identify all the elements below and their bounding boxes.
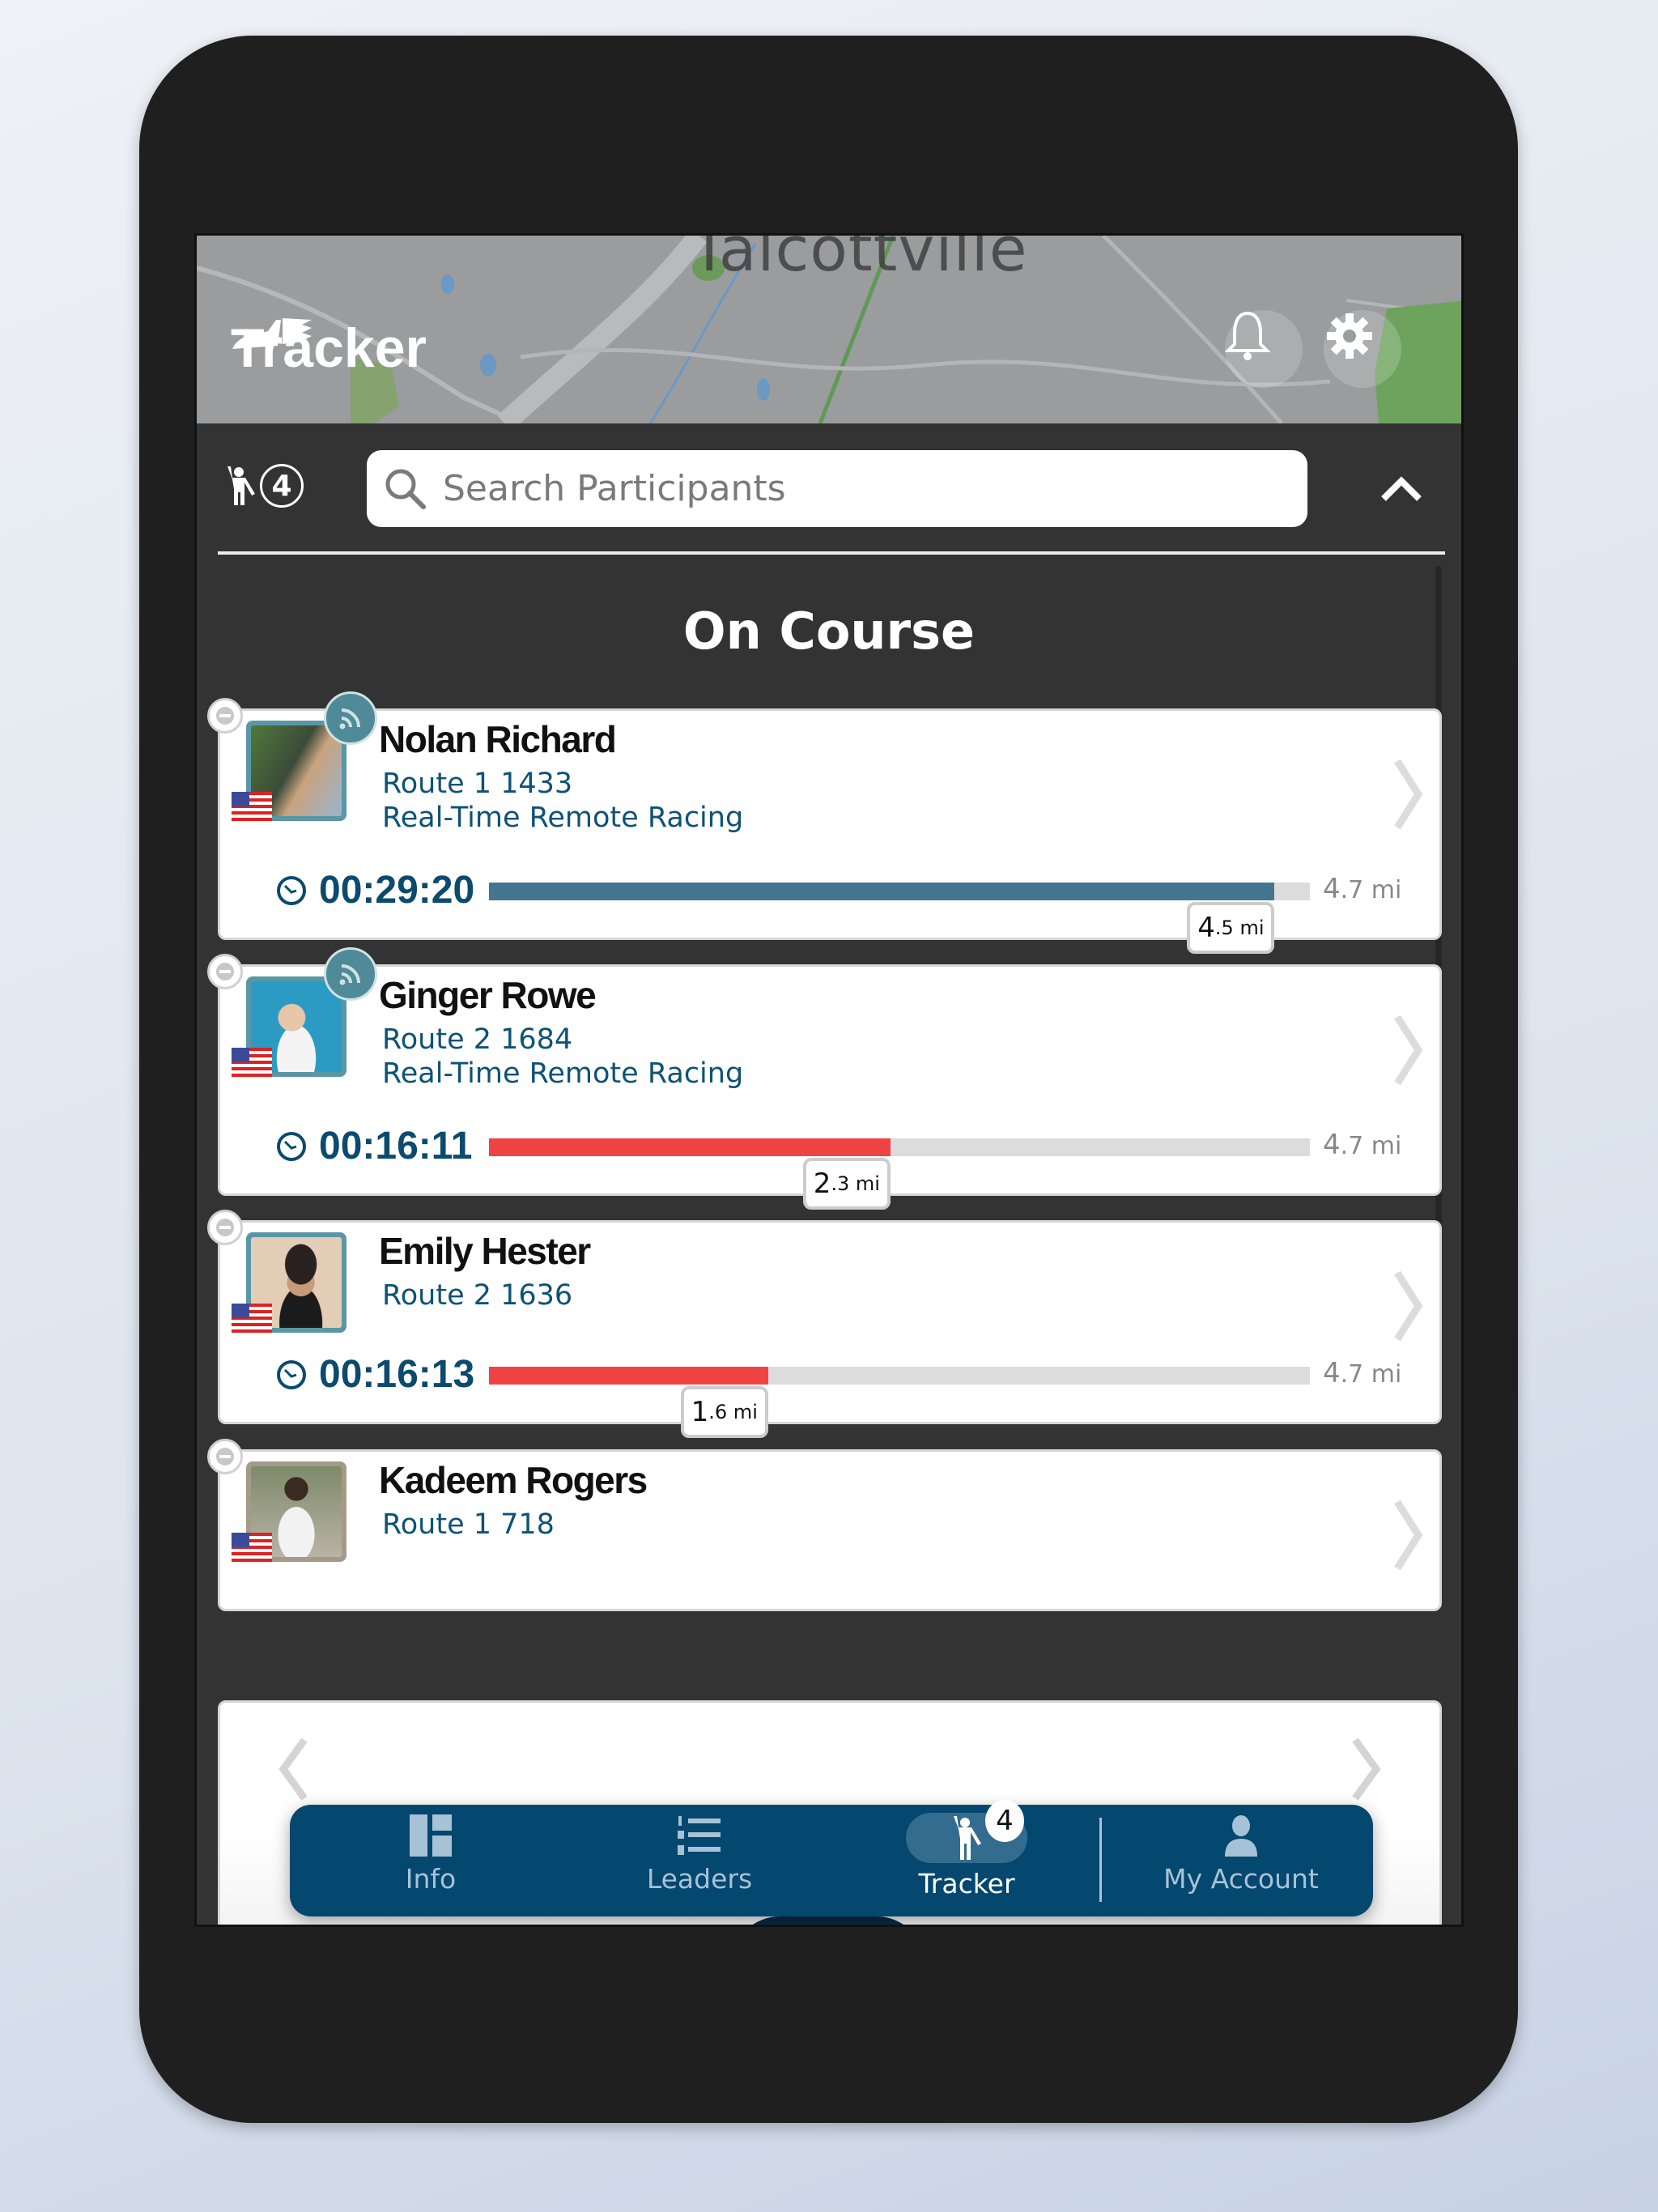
remove-participant-button[interactable] [207, 1439, 243, 1474]
participant-card[interactable]: Ginger Rowe Route 2 1684 Real-Time Remot… [207, 947, 1442, 1210]
app-brand: Tracker [231, 317, 427, 380]
elapsed-time: 00:16:13 [275, 1352, 474, 1397]
waving-person-icon [954, 1816, 981, 1860]
waving-person-icon [227, 466, 255, 505]
search-field[interactable] [367, 450, 1307, 527]
elapsed-time-value: 00:16:11 [319, 1125, 473, 1168]
live-tracking-badge [324, 947, 377, 1001]
tracker-count-badge: 4 [985, 1800, 1024, 1842]
progress-fill [489, 1138, 891, 1156]
distance-marker: 2.3 mi [802, 1158, 891, 1210]
participant-name: Nolan Richard [379, 718, 617, 760]
search-input[interactable] [441, 467, 1254, 510]
minus-icon [216, 1448, 234, 1465]
participant-count-badge: 4 [260, 464, 304, 508]
distance-marker: 1.6 mi [680, 1386, 768, 1438]
chevron-right-icon[interactable] [1350, 1737, 1383, 1802]
chevron-up-icon [1381, 476, 1422, 501]
participants-panel: 4 On Course [197, 423, 1461, 1925]
participant-count[interactable]: 4 [224, 464, 304, 508]
dashboard-icon [410, 1814, 452, 1857]
search-row: 4 [197, 423, 1461, 553]
us-flag-icon [232, 1048, 272, 1077]
progress-track [489, 883, 1310, 900]
total-distance: 4.7 mi [1323, 1357, 1402, 1389]
signal-icon [339, 708, 360, 730]
participant-card[interactable]: Nolan Richard Route 1 1433 Real-Time Rem… [207, 691, 1442, 954]
chevron-right-icon[interactable] [1392, 1270, 1425, 1342]
settings-button[interactable] [1324, 310, 1401, 388]
nav-tracker-pill: 4 [906, 1800, 1027, 1863]
progress-track [489, 1138, 1310, 1156]
elapsed-time-value: 00:16:13 [319, 1353, 475, 1396]
remove-participant-button[interactable] [207, 698, 243, 734]
clock-icon [277, 1131, 306, 1161]
participant-card[interactable]: Emily Hester Route 2 1636 00:16:13 4.7 m… [207, 1210, 1442, 1438]
participant-route: Route 2 1636 [382, 1279, 573, 1312]
minus-icon [216, 1219, 234, 1236]
total-distance: 4.7 mi [1323, 873, 1402, 905]
section-title: On Course [682, 602, 976, 661]
remove-participant-button[interactable] [207, 954, 243, 989]
clock-icon [277, 875, 306, 905]
progress-fill [489, 1367, 768, 1385]
nav-my-account-label: My Account [1163, 1863, 1319, 1895]
user-icon [1225, 1815, 1257, 1857]
participant-card[interactable]: Kadeem Rogers Route 1 718 [207, 1439, 1442, 1611]
nav-tracker[interactable]: 4 Tracker [869, 1800, 1064, 1910]
signal-icon [339, 964, 360, 985]
participant-name: Emily Hester [379, 1230, 591, 1272]
participant-route: Route 2 1684 [382, 1023, 573, 1056]
chevron-right-icon[interactable] [1392, 1499, 1425, 1572]
us-flag-icon [232, 1533, 272, 1562]
live-tracking-badge [324, 691, 377, 745]
participant-route: Route 1 1433 [382, 768, 573, 800]
participant-mode: Real-Time Remote Racing [382, 802, 744, 834]
remove-participant-button[interactable] [207, 1210, 243, 1245]
us-flag-icon [232, 1304, 272, 1333]
chevron-right-icon[interactable] [1392, 1014, 1425, 1087]
progress-fill [489, 883, 1275, 900]
search-divider [218, 551, 1445, 555]
notifications-button[interactable] [1225, 310, 1303, 388]
map-header[interactable]: Talcottville Tracker [197, 236, 1461, 423]
chevron-right-icon[interactable] [1392, 758, 1425, 831]
elapsed-time: 00:16:11 [275, 1124, 473, 1168]
us-flag-icon [232, 792, 272, 821]
winged-shoe-icon [232, 318, 312, 349]
nav-info[interactable]: Info [334, 1813, 528, 1910]
minus-icon [216, 963, 234, 981]
elapsed-time: 00:29:20 [275, 868, 474, 912]
participant-route: Route 1 718 [382, 1508, 555, 1541]
collapse-button[interactable] [1369, 456, 1434, 521]
bell-icon [1225, 311, 1270, 360]
distance-marker: 4.5 mi [1187, 902, 1275, 954]
gear-icon [1327, 313, 1372, 359]
ranked-list-icon [678, 1816, 721, 1855]
total-distance: 4.7 mi [1323, 1129, 1402, 1161]
search-icon [385, 469, 426, 509]
app-screen: Talcottville Tracker 4 Search Participan… [194, 233, 1464, 1927]
nav-tracker-label: Tracker [918, 1868, 1015, 1899]
nav-separator [1099, 1818, 1102, 1902]
nav-my-account[interactable]: My Account [1144, 1813, 1338, 1910]
clock-icon [277, 1359, 306, 1389]
bottom-nav: Info Leaders 4 Tracker My Account [290, 1800, 1373, 1916]
nav-info-label: Info [405, 1863, 457, 1895]
nav-leaders[interactable]: Leaders [602, 1813, 797, 1910]
participant-name: Ginger Rowe [379, 974, 597, 1016]
nav-leaders-label: Leaders [646, 1863, 753, 1895]
map-place-label: Talcottville [691, 236, 1028, 285]
participant-name: Kadeem Rogers [379, 1459, 648, 1501]
progress-track [489, 1367, 1310, 1385]
elapsed-time-value: 00:29:20 [319, 869, 475, 912]
minus-icon [216, 707, 234, 725]
chevron-left-icon[interactable] [277, 1737, 309, 1802]
participant-mode: Real-Time Remote Racing [382, 1057, 744, 1090]
